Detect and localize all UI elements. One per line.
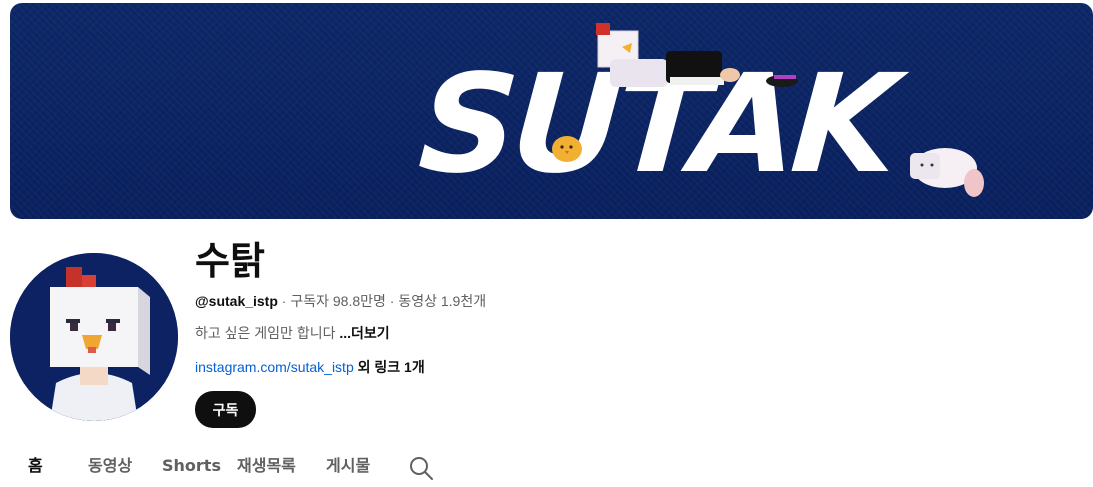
sheep-illustration [910,148,984,197]
more-button[interactable]: ...더보기 [339,325,389,341]
tab-playlists[interactable]: 재생목록 [237,450,296,484]
chicken-avatar-icon [10,253,178,421]
channel-description[interactable]: 하고 싶은 게임만 합니다 ...더보기 [195,323,390,343]
tab-videos[interactable]: 동영상 [88,450,132,484]
tab-posts[interactable]: 게시물 [326,450,370,484]
lying-chicken-illustration [596,23,798,87]
channel-tabs: 홈 동영상 Shorts 재생목록 게시물 [0,450,1093,484]
yellow-chick-illustration [552,136,582,162]
channel-stats: · 구독자 98.8만명 · 동영상 1.9천개 [277,293,487,309]
tab-shorts[interactable]: Shorts [162,450,221,484]
instagram-link[interactable]: instagram.com/sutak_istp [195,359,354,375]
channel-avatar[interactable] [10,253,178,421]
subscribe-button[interactable]: 구독 [195,391,256,428]
channel-links: instagram.com/sutak_istp 외 링크 1개 [195,357,425,377]
extra-links-button[interactable]: 외 링크 1개 [354,359,425,375]
search-icon[interactable] [407,454,435,482]
channel-banner: SUTAK [10,3,1093,219]
tab-home[interactable]: 홈 [28,450,43,484]
channel-name: 수탉 [195,239,265,283]
description-text: 하고 싶은 게임만 합니다 [195,325,340,341]
channel-handle: @sutak_istp [195,293,278,309]
channel-meta: @sutak_istp · 구독자 98.8만명 · 동영상 1.9천개 [195,291,486,311]
banner-characters [552,23,984,197]
